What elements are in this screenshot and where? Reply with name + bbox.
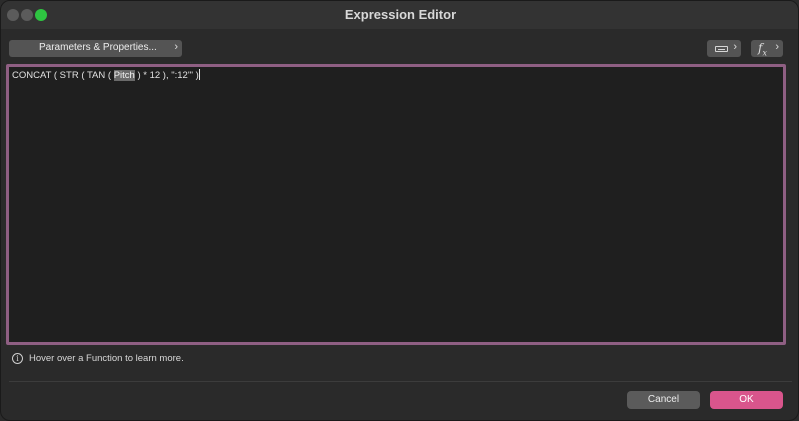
ok-button[interactable]: OK [710,391,783,409]
selected-parameter-pitch[interactable]: Pitch [113,70,135,81]
keyboard-menu-button[interactable]: › [707,40,741,57]
hint-text: Hover over a Function to learn more. [29,353,184,364]
functions-menu-button[interactable]: fx › [751,40,783,57]
window-title: Expression Editor [344,7,457,22]
chevron-right-icon: › [733,41,737,53]
footer-divider [9,381,792,382]
expression-input[interactable]: CONCAT ( STR ( TAN ( Pitch ) * 12 ), ":1… [6,64,786,345]
expression-text-before: CONCAT ( STR ( TAN ( [12,70,114,81]
expression-editor-window: Expression Editor Parameters & Propertie… [0,0,799,421]
chevron-right-icon: › [174,41,178,53]
parameters-properties-label: Parameters & Properties... [39,42,157,53]
function-icon: fx [758,41,767,58]
info-icon: i [12,353,23,364]
text-caret [198,69,200,80]
expression-text-after: ) * 12 ), ":12'" ) [134,70,199,81]
expression-text[interactable]: CONCAT ( STR ( TAN ( Pitch ) * 12 ), ":1… [12,69,200,81]
cancel-button[interactable]: Cancel [627,391,700,409]
chevron-right-icon: › [775,41,779,53]
parameters-properties-button[interactable]: Parameters & Properties... › [9,40,182,57]
title-bar: Expression Editor [1,1,798,29]
keyboard-icon [715,46,728,52]
